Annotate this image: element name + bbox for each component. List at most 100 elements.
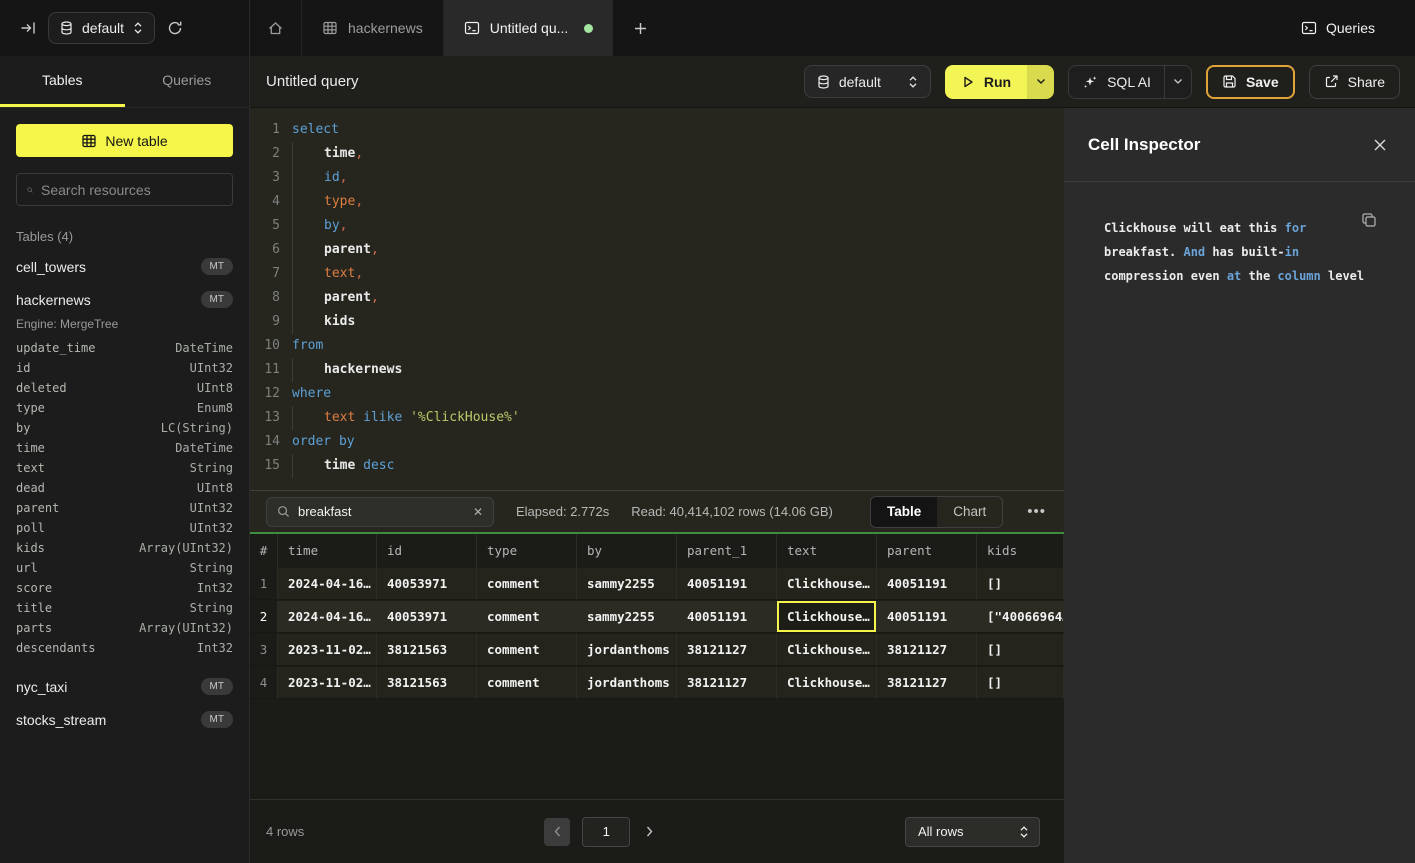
sql-ai-button-group: SQL AI [1068,65,1192,99]
code-text: time desc [292,454,394,478]
cell[interactable]: sammy2255 [577,568,677,600]
queries-button[interactable]: Queries [1301,0,1415,56]
run-button[interactable]: Run [945,65,1027,99]
next-page-button[interactable] [642,822,657,841]
database-icon [817,75,830,89]
page-size-selector[interactable]: All rows [905,817,1040,847]
table-item[interactable]: nyc_taxiMT [0,670,249,703]
previous-page-button[interactable] [544,818,570,846]
clear-search-icon[interactable]: ✕ [473,505,483,519]
cell[interactable]: Clickhouse… [777,568,877,600]
results-search-input[interactable] [298,504,465,519]
column-header[interactable]: parent_1 [677,534,777,568]
cell[interactable]: 38121127 [677,634,777,666]
copy-icon[interactable] [1361,212,1377,228]
sql-ai-button[interactable]: SQL AI [1069,66,1164,98]
sql-editor[interactable]: 1select2time,3id,4type,5by,6parent,7text… [250,108,1064,490]
plus-icon [633,21,648,36]
refresh-icon[interactable] [167,20,183,36]
column-name: title [16,601,52,615]
column-name: by [16,421,30,435]
cell[interactable]: 38121563 [377,634,477,666]
cell[interactable]: 40051191 [877,568,977,600]
tab-untitled-query[interactable]: Untitled qu... [444,0,614,56]
save-button[interactable]: Save [1206,65,1295,99]
cell[interactable]: 40051191 [677,568,777,600]
code-token: , [355,194,363,209]
share-button[interactable]: Share [1309,65,1400,99]
sidebar-tab-queries[interactable]: Queries [125,56,250,107]
cell[interactable]: sammy2255 [577,601,677,633]
code-token: , [371,290,379,305]
results-more-options-icon[interactable]: ••• [1025,503,1048,520]
cell-inspector-body: Clickhouse will eat this for breakfast. … [1064,182,1415,863]
sidebar-search[interactable] [16,173,233,206]
code-token: text [324,410,355,425]
column-header[interactable]: type [477,534,577,568]
sql-ai-dropdown[interactable] [1164,66,1191,98]
cell[interactable]: jordanthoms [577,634,677,666]
code-token: , [340,218,348,233]
cell[interactable]: [] [977,568,1064,600]
cell[interactable]: Clickhouse… [777,601,877,633]
cell[interactable]: [] [977,634,1064,666]
cell[interactable]: Clickhouse… [777,634,877,666]
inspector-token: at [1227,269,1241,283]
new-tab-button[interactable] [613,0,668,56]
run-options-dropdown[interactable] [1027,65,1054,99]
results-search[interactable]: ✕ [266,497,494,527]
cell[interactable]: Clickhouse… [777,667,877,699]
table-item[interactable]: stocks_streamMT [0,703,249,736]
table-icon [322,20,338,36]
share-label: Share [1348,74,1385,90]
cell[interactable]: 2023-11-02… [278,667,377,699]
cell[interactable]: 38121563 [377,667,477,699]
cell[interactable]: ["40066964… [977,601,1064,633]
column-header[interactable]: time [278,534,377,568]
column-header[interactable]: text [777,534,877,568]
cell[interactable]: comment [477,568,577,600]
sidebar-tab-tables[interactable]: Tables [0,56,125,107]
column-row: titleString [0,598,249,618]
cell[interactable]: comment [477,634,577,666]
cell[interactable]: comment [477,601,577,633]
indent-guide [292,406,324,430]
column-header[interactable]: by [577,534,677,568]
code-text: from [292,334,323,358]
cell[interactable]: comment [477,667,577,699]
cell[interactable]: 38121127 [677,667,777,699]
cell[interactable]: 40051191 [877,601,977,633]
view-toggle-table[interactable]: Table [871,497,937,527]
tab-hackernews[interactable]: hackernews [302,0,444,56]
cell[interactable]: 2024-04-16… [278,601,377,633]
close-inspector-icon[interactable] [1373,138,1387,152]
sidebar-search-input[interactable] [41,182,222,198]
column-header[interactable]: # [250,534,278,568]
cell[interactable]: jordanthoms [577,667,677,699]
cell[interactable]: 2023-11-02… [278,634,377,666]
cell[interactable]: 40053971 [377,601,477,633]
table-item[interactable]: cell_towersMT [0,250,249,283]
tab-home[interactable] [250,0,302,56]
cell[interactable]: 38121127 [877,667,977,699]
table-item[interactable]: hackernewsMT [0,283,249,316]
page-number-input[interactable]: 1 [582,817,630,847]
view-toggle-chart[interactable]: Chart [937,497,1002,527]
column-header[interactable]: parent [877,534,977,568]
cell[interactable]: 40051191 [677,601,777,633]
column-name: type [16,401,45,415]
column-type: UInt8 [197,381,233,395]
inspector-token: column [1277,269,1320,283]
cell[interactable]: 38121127 [877,634,977,666]
query-database-selector[interactable]: default [804,65,931,98]
inspector-token: Clickhouse will eat this [1104,221,1285,235]
new-table-button[interactable]: New table [16,124,233,157]
workspace-database-selector[interactable]: default [48,12,155,44]
read-stat: Read: 40,414,102 rows (14.06 GB) [631,504,833,519]
cell[interactable]: 40053971 [377,568,477,600]
collapse-sidebar-icon[interactable] [20,20,36,36]
cell[interactable]: 2024-04-16… [278,568,377,600]
column-header[interactable]: kids [977,534,1064,568]
cell[interactable]: [] [977,667,1064,699]
column-header[interactable]: id [377,534,477,568]
